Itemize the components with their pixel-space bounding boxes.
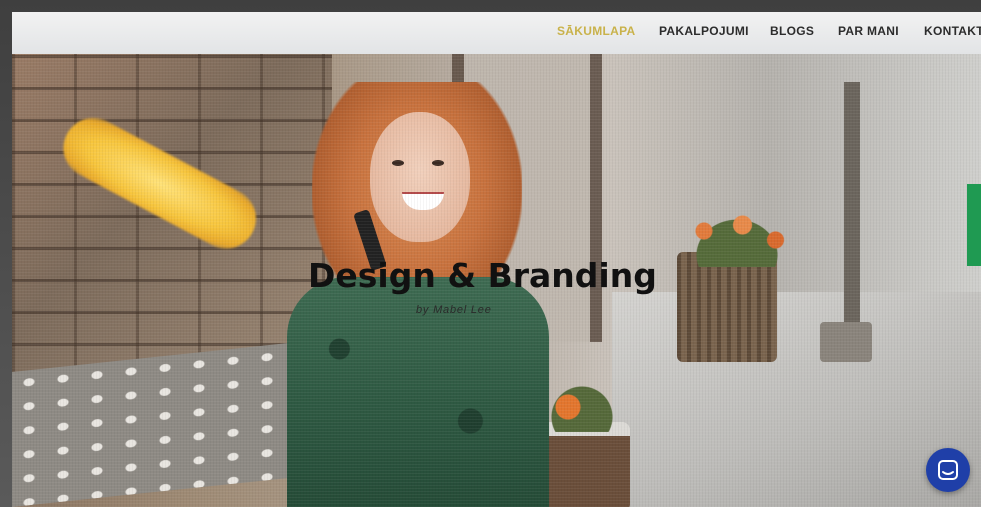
- chat-icon: [938, 460, 958, 480]
- side-tab[interactable]: [967, 184, 981, 266]
- woman-eye-right: [432, 160, 444, 166]
- website-page: SĀKUMLAPA PAKALPOJUMI BLOGS PAR MANI KON…: [12, 12, 981, 507]
- nav-item-home[interactable]: SĀKUMLAPA: [557, 24, 635, 38]
- nav-item-about[interactable]: PAR MANI: [838, 24, 899, 38]
- chat-widget-button[interactable]: [926, 448, 970, 492]
- hero-title: Design & Branding: [308, 256, 657, 295]
- pole-base: [820, 322, 872, 362]
- flower-pot: [540, 422, 630, 507]
- monitor-frame: SĀKUMLAPA PAKALPOJUMI BLOGS PAR MANI KON…: [0, 0, 981, 507]
- flowers: [682, 207, 792, 267]
- woman-eye-left: [392, 160, 404, 166]
- hero-byline: by Mabel Lee: [416, 304, 492, 316]
- top-navigation: SĀKUMLAPA PAKALPOJUMI BLOGS PAR MANI KON…: [12, 12, 981, 54]
- nav-item-blog[interactable]: BLOGS: [770, 24, 814, 38]
- nav-item-contact[interactable]: KONTAKTI: [924, 24, 981, 38]
- nav-item-services[interactable]: PAKALPOJUMI: [659, 24, 749, 38]
- woman-face: [370, 112, 470, 242]
- street-pole: [844, 82, 860, 332]
- planter-box: [677, 252, 777, 362]
- pot-flowers: [547, 382, 617, 432]
